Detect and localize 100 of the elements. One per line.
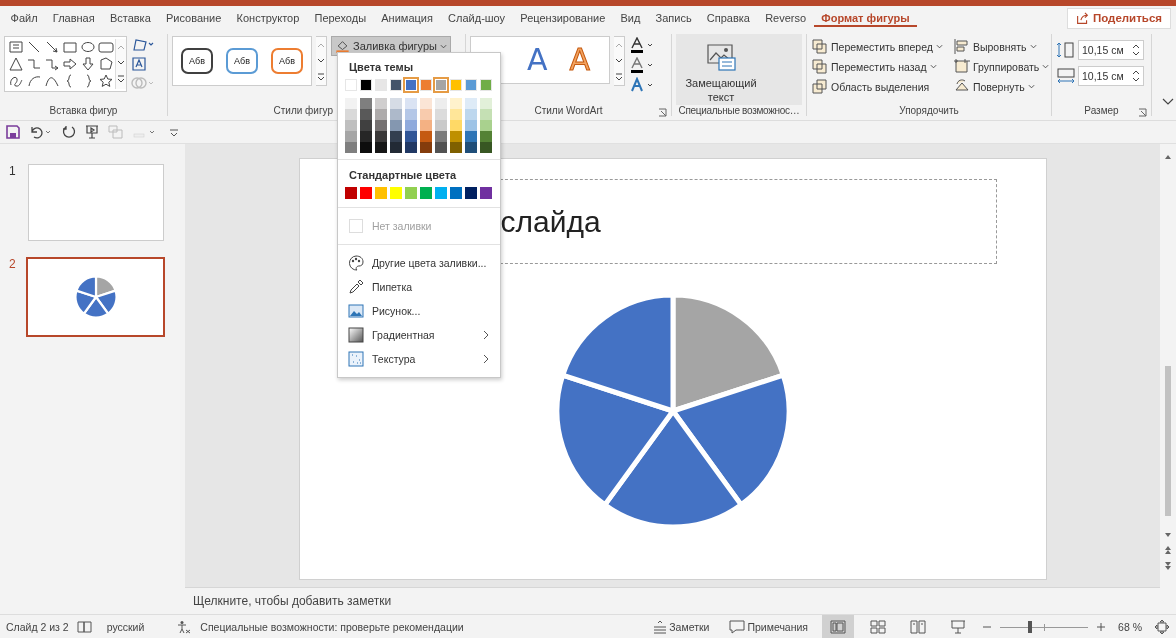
view-button[interactable] xyxy=(822,615,855,638)
text-box-icon[interactable] xyxy=(131,56,147,72)
color-swatch[interactable] xyxy=(450,109,462,120)
accessibility-icon[interactable] xyxy=(176,619,193,634)
color-swatch[interactable] xyxy=(480,79,492,91)
color-swatch[interactable] xyxy=(390,109,402,120)
color-swatch[interactable] xyxy=(390,187,402,199)
shape-icon[interactable] xyxy=(43,56,61,72)
color-swatch[interactable] xyxy=(390,98,402,109)
notes-pane[interactable]: Щелкните, чтобы добавить заметки xyxy=(185,587,1160,614)
edit-shape-icon[interactable] xyxy=(131,37,155,53)
color-swatch[interactable] xyxy=(360,98,372,109)
color-swatch[interactable] xyxy=(345,79,357,91)
next-slide-icon[interactable] xyxy=(1163,560,1173,572)
color-swatch[interactable] xyxy=(465,142,477,153)
comments-button[interactable]: Примечания xyxy=(723,619,815,634)
color-swatch[interactable] xyxy=(405,131,417,142)
color-swatch[interactable] xyxy=(360,142,372,153)
color-swatch[interactable] xyxy=(420,131,432,142)
menu-item[interactable]: Пипетка xyxy=(338,275,500,299)
scroll-thumb[interactable] xyxy=(1165,366,1171,516)
color-swatch[interactable] xyxy=(360,187,372,199)
color-swatch[interactable] xyxy=(390,131,402,142)
redo-icon[interactable] xyxy=(62,125,76,139)
collapse-ribbon-icon[interactable] xyxy=(1162,98,1174,106)
zoom-level[interactable]: 68 % xyxy=(1118,620,1142,633)
previous-slide-icon[interactable] xyxy=(1163,544,1173,556)
arrange-button[interactable]: Область выделения xyxy=(811,78,943,95)
notes-button[interactable]: Заметки xyxy=(647,619,716,634)
ribbon-tab[interactable]: Слайд-шоу xyxy=(440,9,513,27)
color-swatch[interactable] xyxy=(360,120,372,131)
color-swatch[interactable] xyxy=(360,109,372,120)
color-swatch[interactable] xyxy=(375,109,387,120)
spinner-icon[interactable] xyxy=(1132,43,1140,57)
color-swatch[interactable] xyxy=(420,142,432,153)
wordart-style[interactable]: A xyxy=(527,45,548,75)
ribbon-tab[interactable]: Конструктор xyxy=(228,9,307,27)
color-swatch[interactable] xyxy=(390,120,402,131)
color-swatch[interactable] xyxy=(345,98,357,109)
dialog-launcher-icon[interactable] xyxy=(1138,108,1147,117)
arrange-button[interactable]: Выровнять xyxy=(952,38,1050,55)
text-fill-icon[interactable] xyxy=(629,37,655,54)
width-field[interactable]: 10,15 см xyxy=(1078,66,1144,86)
color-swatch[interactable] xyxy=(390,142,402,153)
color-swatch[interactable] xyxy=(450,187,462,199)
menu-item[interactable]: Текстура xyxy=(338,347,500,371)
color-swatch[interactable] xyxy=(375,79,387,91)
color-swatch[interactable] xyxy=(450,142,462,153)
color-swatch[interactable] xyxy=(420,109,432,120)
ribbon-tab[interactable]: Рецензирование xyxy=(512,9,613,27)
color-swatch[interactable] xyxy=(435,120,447,131)
color-swatch[interactable] xyxy=(435,142,447,153)
color-swatch[interactable] xyxy=(345,187,357,199)
book-icon[interactable] xyxy=(76,619,93,634)
shape-icon[interactable] xyxy=(79,56,97,72)
color-swatch[interactable] xyxy=(465,79,477,91)
color-swatch[interactable] xyxy=(420,98,432,109)
color-swatch[interactable] xyxy=(465,131,477,142)
color-swatch[interactable] xyxy=(375,131,387,142)
text-effects-icon[interactable] xyxy=(629,77,655,94)
menu-item[interactable]: Рисунок... xyxy=(338,299,500,323)
spinner-icon[interactable] xyxy=(1132,69,1140,83)
zoom-slider-thumb[interactable] xyxy=(1027,620,1032,633)
color-swatch[interactable] xyxy=(360,79,372,91)
color-swatch[interactable] xyxy=(420,79,432,91)
color-swatch[interactable] xyxy=(480,187,492,199)
shape-icon[interactable] xyxy=(79,39,97,55)
menu-item[interactable]: Градиентная xyxy=(338,323,500,347)
ribbon-tab[interactable]: Формат фигуры xyxy=(813,9,918,27)
text-outline-icon[interactable] xyxy=(629,57,655,74)
color-swatch[interactable] xyxy=(480,131,492,142)
color-swatch[interactable] xyxy=(465,109,477,120)
color-swatch[interactable] xyxy=(480,109,492,120)
shape-style-button[interactable]: Абв xyxy=(271,48,303,74)
shape-icon[interactable] xyxy=(61,56,79,72)
color-swatch[interactable] xyxy=(345,109,357,120)
ribbon-tab[interactable]: Файл xyxy=(3,9,46,27)
color-swatch[interactable] xyxy=(450,79,462,91)
color-swatch[interactable] xyxy=(450,98,462,109)
color-swatch[interactable] xyxy=(405,142,417,153)
color-swatch[interactable] xyxy=(420,187,432,199)
color-swatch[interactable] xyxy=(360,131,372,142)
color-swatch[interactable] xyxy=(405,120,417,131)
shape-style-button[interactable]: Абв xyxy=(181,48,213,74)
save-icon[interactable] xyxy=(6,125,20,139)
shape-icon[interactable] xyxy=(97,73,115,89)
presentation-icon[interactable] xyxy=(85,125,99,139)
ribbon-tab[interactable]: Справка xyxy=(699,9,758,27)
color-swatch[interactable] xyxy=(375,187,387,199)
ribbon-tab[interactable]: Вставка xyxy=(102,9,159,27)
arrange-button[interactable]: Повернуть xyxy=(952,78,1050,95)
shape-style-button[interactable]: Абв xyxy=(226,48,258,74)
shape-icon[interactable] xyxy=(7,56,25,72)
color-swatch[interactable] xyxy=(405,98,417,109)
color-swatch[interactable] xyxy=(375,120,387,131)
color-swatch[interactable] xyxy=(465,120,477,131)
height-field[interactable]: 10,15 см xyxy=(1078,40,1144,60)
ribbon-tab[interactable]: Рисование xyxy=(158,9,229,27)
color-swatch[interactable] xyxy=(420,120,432,131)
color-swatch[interactable] xyxy=(480,120,492,131)
